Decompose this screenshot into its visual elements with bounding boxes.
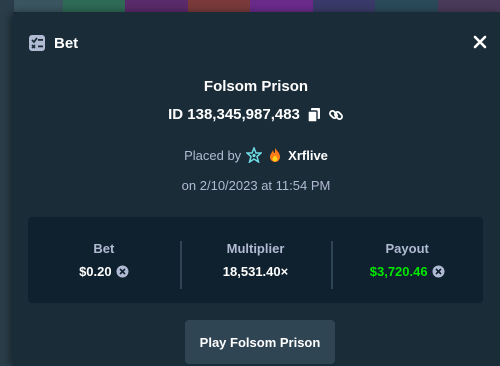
copy-icon[interactable] xyxy=(306,107,322,123)
stat-multiplier-value-row: 18,531.40× xyxy=(180,264,332,279)
stat-bet: Bet $0.20 xyxy=(28,241,180,279)
stat-multiplier: Multiplier 18,531.40× xyxy=(179,241,332,289)
fire-icon xyxy=(267,147,283,163)
bet-slip-icon xyxy=(28,34,46,52)
background-thumbnails xyxy=(0,0,500,12)
stat-payout-value-row: $3,720.46 xyxy=(331,264,483,279)
stat-multiplier-label: Multiplier xyxy=(226,241,285,256)
link-icon[interactable] xyxy=(328,107,344,123)
play-game-button[interactable]: Play Folsom Prison xyxy=(185,320,335,364)
close-icon[interactable] xyxy=(470,32,490,52)
bet-modal: Bet Folsom Prison ID 138,345,987,483 Pla… xyxy=(12,12,500,366)
bet-id: ID 138,345,987,483 xyxy=(168,106,300,123)
stat-bet-value: $0.20 xyxy=(79,264,112,279)
placed-by-row: Placed by Xrflive xyxy=(12,145,500,164)
stat-bet-value-row: $0.20 xyxy=(28,264,180,279)
modal-title: Bet xyxy=(54,34,79,52)
bet-date: on 2/10/2023 at 11:54 PM xyxy=(181,178,331,193)
stat-multiplier-value: 18,531.40× xyxy=(222,264,289,279)
currency-coin-icon xyxy=(432,265,445,278)
bet-stats-panel: Bet $0.20 Multiplier 18,531.40× Payout $… xyxy=(28,217,483,303)
placed-by-label: Placed by xyxy=(184,147,242,163)
stat-payout: Payout $3,720.46 xyxy=(331,241,483,289)
bet-id-row: ID 138,345,987,483 xyxy=(12,106,500,123)
currency-coin-icon xyxy=(116,265,129,278)
stat-payout-label: Payout xyxy=(385,241,429,256)
stat-payout-value: $3,720.46 xyxy=(369,264,428,279)
modal-header: Bet xyxy=(28,34,78,52)
placed-by-user[interactable]: Xrflive xyxy=(288,148,328,163)
stat-bet-label: Bet xyxy=(93,241,115,256)
vip-star-icon xyxy=(245,145,264,164)
game-title: Folsom Prison xyxy=(203,78,309,95)
